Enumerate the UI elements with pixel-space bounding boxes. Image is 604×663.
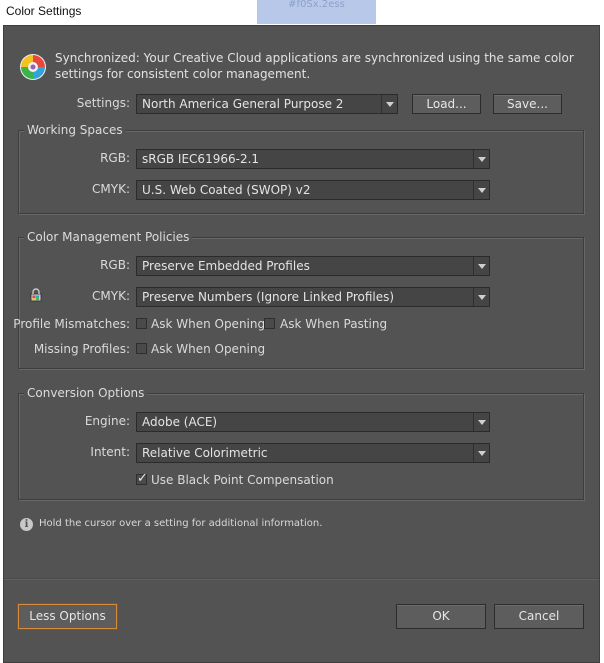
intent-value: Relative Colorimetric (142, 446, 268, 460)
policy-rgb-dropdown[interactable]: Preserve Embedded Profiles (136, 256, 490, 276)
ws-rgb-dropdown[interactable]: sRGB IEC61966-2.1 (136, 149, 490, 169)
chevron-down-icon (473, 413, 489, 431)
background-color-chip: #f0Sx.2ess (257, 0, 376, 24)
chevron-down-icon (473, 257, 489, 275)
info-message: Hold the cursor over a setting for addit… (39, 518, 323, 529)
ws-rgb-value: sRGB IEC61966-2.1 (142, 152, 260, 166)
cancel-button[interactable]: Cancel (494, 604, 584, 629)
policies-title: Color Management Policies (24, 230, 193, 244)
mismatch-ask-opening-checkbox[interactable] (136, 318, 147, 329)
ws-cmyk-value: U.S. Web Coated (SWOP) v2 (142, 183, 311, 197)
engine-dropdown[interactable]: Adobe (ACE) (136, 412, 490, 432)
black-point-compensation-checkbox[interactable] (136, 471, 148, 486)
engine-value: Adobe (ACE) (142, 415, 218, 429)
missing-profiles-label: Missing Profiles: (33, 342, 130, 356)
policy-rgb-label: RGB: (100, 258, 130, 272)
intent-dropdown[interactable]: Relative Colorimetric (136, 443, 490, 463)
sync-status-message: Synchronized: Your Creative Cloud applic… (55, 51, 574, 81)
settings-label: Settings: (76, 96, 130, 110)
intent-label: Intent: (90, 445, 130, 459)
chevron-down-icon (473, 288, 489, 306)
missing-ask-opening-label[interactable]: Ask When Opening (151, 342, 265, 356)
policy-rgb-value: Preserve Embedded Profiles (142, 259, 310, 273)
window-title: Color Settings (6, 4, 82, 18)
settings-preset-value: North America General Purpose 2 (142, 97, 344, 111)
chevron-down-icon (473, 150, 489, 168)
settings-preset-dropdown[interactable]: North America General Purpose 2 (136, 94, 398, 114)
chevron-down-icon (473, 181, 489, 199)
mismatch-ask-pasting-label[interactable]: Ask When Pasting (280, 317, 387, 331)
chevron-down-icon (473, 444, 489, 462)
profile-mismatches-label: Profile Mismatches: (13, 317, 130, 331)
working-spaces-title: Working Spaces (24, 123, 126, 137)
mismatch-ask-opening-label[interactable]: Ask When Opening (151, 317, 265, 331)
policy-cmyk-value: Preserve Numbers (Ignore Linked Profiles… (142, 290, 395, 304)
policy-cmyk-dropdown[interactable]: Preserve Numbers (Ignore Linked Profiles… (136, 287, 490, 307)
conversion-options-title: Conversion Options (24, 386, 148, 400)
working-spaces-group (18, 130, 584, 214)
policy-cmyk-label: CMYK: (92, 289, 130, 303)
ok-button[interactable]: OK (396, 604, 486, 629)
ws-cmyk-dropdown[interactable]: U.S. Web Coated (SWOP) v2 (136, 180, 490, 200)
lock-icon (30, 288, 42, 302)
missing-ask-opening-checkbox[interactable] (136, 343, 147, 354)
mismatch-ask-pasting-checkbox[interactable] (264, 318, 275, 329)
chevron-down-icon (381, 95, 397, 113)
info-icon: i (20, 518, 33, 531)
engine-label: Engine: (84, 414, 130, 428)
ws-cmyk-label: CMYK: (92, 182, 130, 196)
save-button[interactable]: Save... (493, 94, 562, 114)
footer-divider (4, 578, 599, 580)
creative-cloud-sync-icon (20, 54, 46, 80)
black-point-compensation-label[interactable]: Use Black Point Compensation (151, 473, 334, 487)
load-button[interactable]: Load... (412, 94, 481, 114)
less-options-button[interactable]: Less Options (18, 604, 117, 629)
ws-rgb-label: RGB: (100, 151, 130, 165)
